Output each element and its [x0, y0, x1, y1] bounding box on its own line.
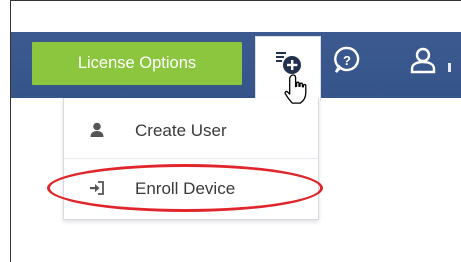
menu-item-label: Enroll Device [135, 179, 236, 198]
sign-in-arrow-icon [90, 181, 104, 195]
menu-divider [64, 158, 318, 159]
menu-item-label: Create User [135, 121, 227, 140]
help-question-icon[interactable]: ? [332, 45, 362, 75]
app-window: License Options ? Create User Enroll Dev… [10, 0, 461, 262]
user-account-icon[interactable] [409, 46, 437, 74]
menu-item-enroll-device[interactable]: Enroll Device [64, 168, 318, 210]
username-text-fragment [448, 63, 451, 72]
hand-pointer-cursor-icon [284, 74, 307, 104]
menu-item-create-user[interactable]: Create User [64, 110, 318, 152]
license-options-button[interactable]: License Options [32, 42, 242, 85]
add-dropdown-menu: Create User Enroll Device [63, 98, 319, 220]
user-silhouette-icon [90, 122, 104, 137]
top-navigation-bar: License Options ? [11, 32, 461, 101]
svg-text:?: ? [343, 53, 351, 68]
